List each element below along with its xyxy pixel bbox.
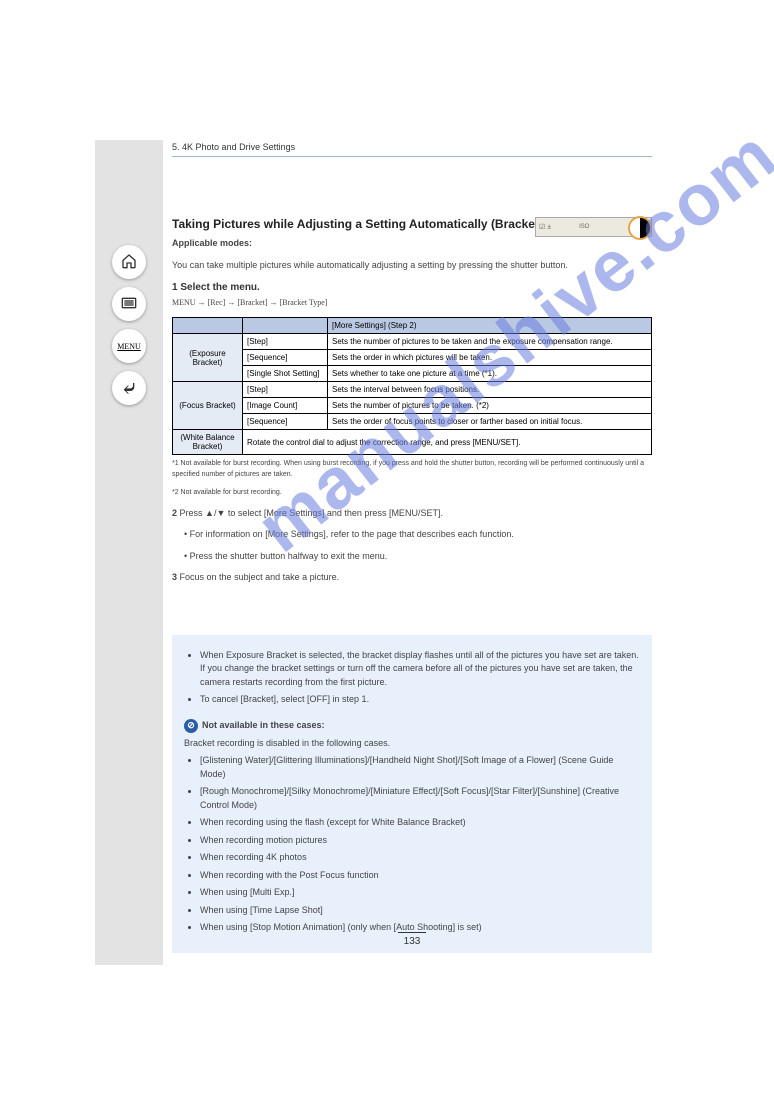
intro-paragraph: You can take multiple pictures while aut… (172, 259, 652, 273)
table-cell: Rotate the control dial to adjust the co… (243, 430, 652, 455)
contents-button[interactable] (112, 287, 146, 321)
note-item: To cancel [Bracket], select [OFF] in ste… (200, 693, 640, 707)
unavail-item: [Glistening Water]/[Glittering Illuminat… (200, 754, 640, 781)
table-cell: Sets the number of pictures to be taken … (328, 334, 652, 350)
page-number: 133 (172, 932, 652, 947)
table-cell: Sets whether to take one picture at a ti… (328, 366, 652, 382)
group-wb: (White Balance Bracket) (173, 430, 243, 455)
footnote-1: *1 Not available for burst recording. Wh… (172, 459, 652, 480)
table-cell: [Sequence] (243, 414, 328, 430)
unavail-item: When recording using the flash (except f… (200, 816, 640, 830)
table-cell: [Step] (243, 334, 328, 350)
menu-path: MENU → [Rec] → [Bracket] → [Bracket Type… (172, 297, 652, 309)
group-focus: (Focus Bracket) (173, 382, 243, 430)
header-rule (172, 156, 652, 157)
chapter-header: 5. 4K Photo and Drive Settings (172, 140, 652, 156)
footnote-2: *2 Not available for burst recording. (172, 488, 652, 499)
home-button[interactable] (112, 245, 146, 279)
unavail-item: When using [Multi Exp.] (200, 886, 640, 900)
iso-label: ISO (579, 224, 589, 230)
step-2-bullet-2: • Press the shutter button halfway to ex… (172, 550, 652, 564)
table-cell: Sets the order of focus points to closer… (328, 414, 652, 430)
step-2: 2 Press ▲/▼ to select [More Settings] an… (172, 507, 652, 521)
list-icon (121, 296, 137, 312)
table-cell: [Single Shot Setting] (243, 366, 328, 382)
notes-box: When Exposure Bracket is selected, the b… (172, 635, 652, 953)
menu-icon: MENU (117, 342, 141, 351)
table-cell: [Step] (243, 382, 328, 398)
sidebar: MENU (95, 140, 163, 965)
bracket-settings-table: [More Settings] (Step 2) (Exposure Brack… (172, 317, 652, 455)
exposure-icon: ☑ ± (539, 223, 551, 231)
unavail-item: [Rough Monochrome]/[Silky Monochrome]/[M… (200, 785, 640, 812)
table-cell: [Image Count] (243, 398, 328, 414)
unavailable-lead: Bracket recording is disabled in the fol… (184, 737, 640, 751)
unavail-item: When using [Time Lapse Shot] (200, 904, 640, 918)
table-cell: [Sequence] (243, 350, 328, 366)
table-cell: Sets the number of pictures to be taken.… (328, 398, 652, 414)
back-icon (121, 380, 137, 397)
table-header-blank1 (173, 318, 243, 334)
step-3: 3 Focus on the subject and take a pictur… (172, 571, 652, 585)
wb-circle-icon (628, 216, 652, 240)
table-header-more: [More Settings] (Step 2) (328, 318, 652, 334)
group-exposure: (Exposure Bracket) (173, 334, 243, 382)
table-cell: Sets the order in which pictures will be… (328, 350, 652, 366)
unavail-item: When recording 4K photos (200, 851, 640, 865)
step-1-heading: 1 Select the menu. (172, 282, 652, 293)
table-header-blank2 (243, 318, 328, 334)
unavail-item: When recording with the Post Focus funct… (200, 869, 640, 883)
prohibited-icon: ⊘ (184, 719, 198, 733)
table-cell: Sets the interval between focus position… (328, 382, 652, 398)
page-content: 5. 4K Photo and Drive Settings ☑ ± ISO T… (172, 140, 652, 965)
unavailable-heading: ⊘ Not available in these cases: (184, 719, 640, 733)
note-item: When Exposure Bracket is selected, the b… (200, 649, 640, 690)
menu-button[interactable]: MENU (112, 329, 146, 363)
mode-indicator: ☑ ± ISO (535, 217, 652, 237)
step-2-bullet-1: • For information on [More Settings], re… (172, 528, 652, 542)
back-button[interactable] (112, 371, 146, 405)
unavail-item: When recording motion pictures (200, 834, 640, 848)
home-icon (121, 253, 137, 272)
applicable-modes-label: Applicable modes: (172, 237, 652, 251)
